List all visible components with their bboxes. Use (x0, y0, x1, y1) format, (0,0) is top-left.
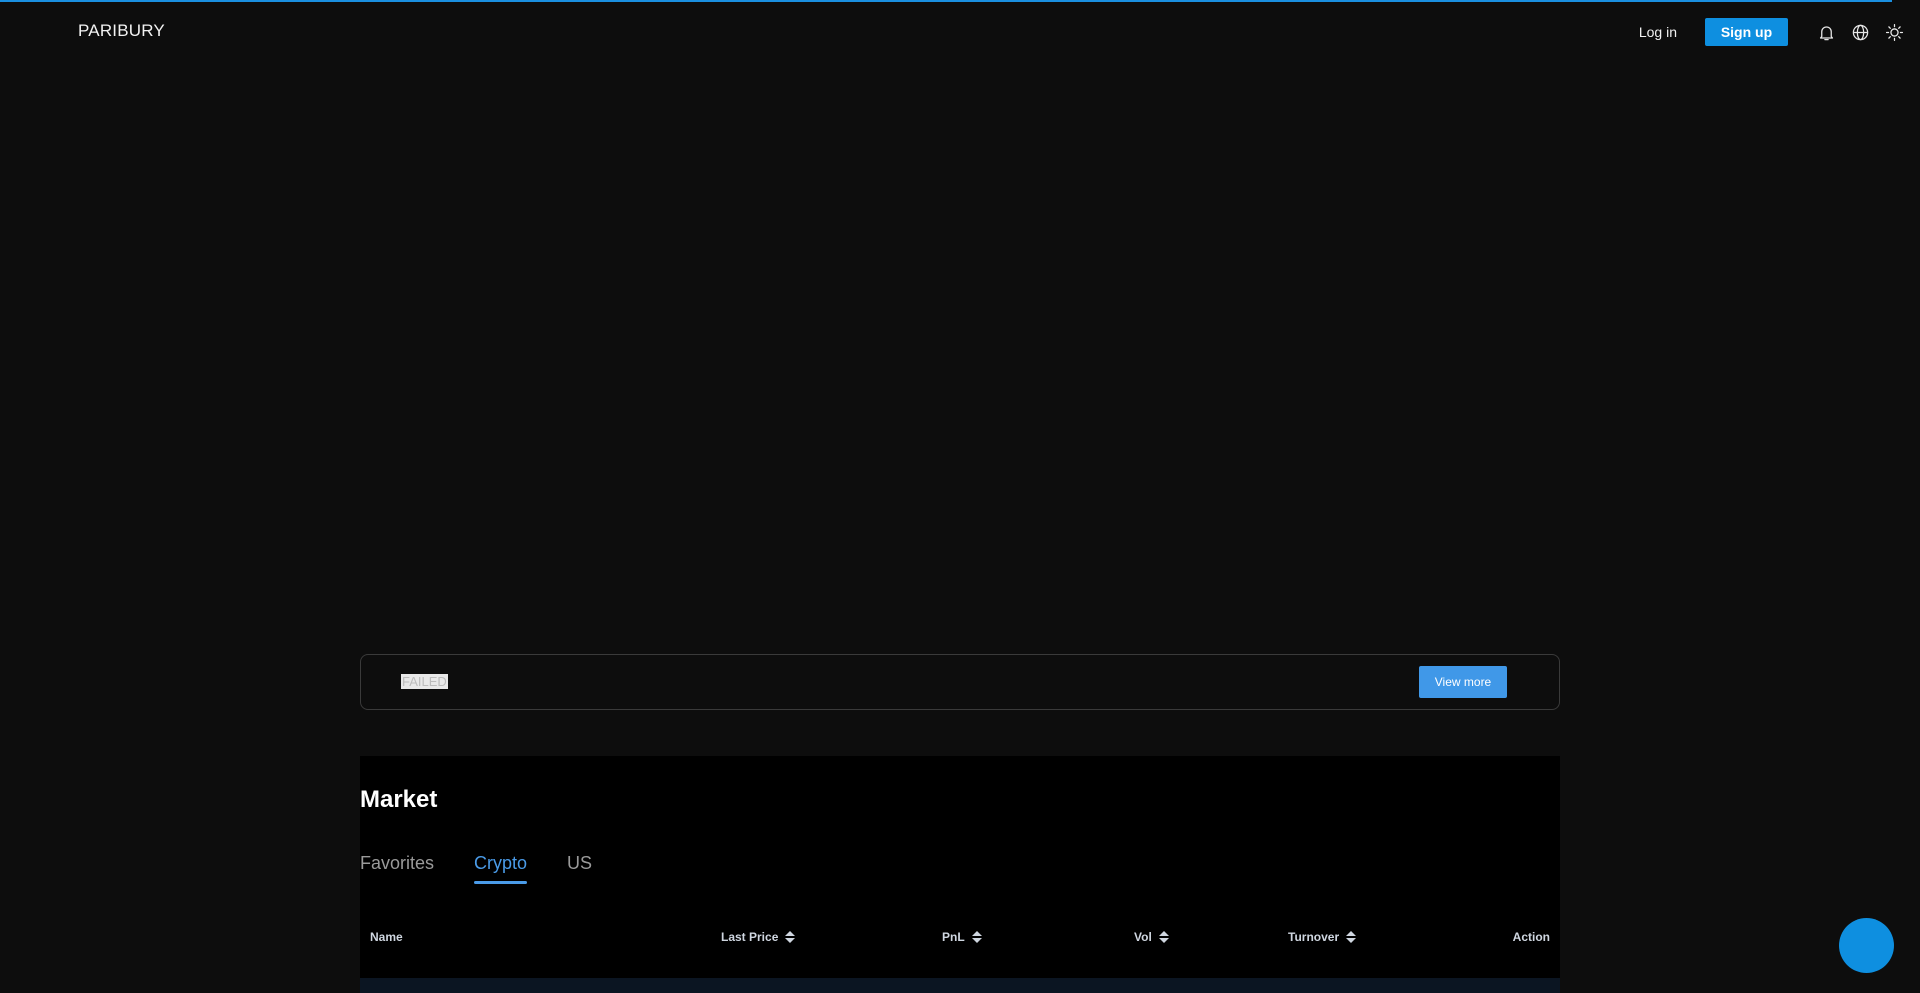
column-last-price[interactable]: Last Price (721, 930, 796, 944)
column-pnl-label: PnL (942, 930, 965, 944)
nav-actions: Log in Sign up (1639, 18, 1904, 46)
tab-crypto[interactable]: Crypto (474, 853, 528, 884)
view-more-button[interactable]: View more (1419, 666, 1507, 698)
globe-icon[interactable] (1850, 22, 1870, 42)
table-row[interactable] (360, 978, 1560, 993)
column-action: Action (1513, 930, 1550, 944)
sort-icon[interactable] (1346, 931, 1357, 943)
market-tabs: Favorites Crypto US (360, 853, 632, 884)
sort-icon[interactable] (1158, 931, 1169, 943)
tab-us[interactable]: US (567, 853, 592, 878)
announcement-bar: FAILED View more (360, 654, 1560, 710)
column-vol-label: Vol (1134, 930, 1152, 944)
announcement-text: FAILED (401, 674, 448, 689)
market-table-header: Name Last Price PnL Vol Turnover Action (360, 920, 1560, 952)
column-last-price-label: Last Price (721, 930, 779, 944)
tab-favorites[interactable]: Favorites (360, 853, 434, 878)
sun-icon[interactable] (1884, 22, 1904, 42)
column-action-label: Action (1512, 930, 1550, 944)
bell-icon[interactable] (1816, 22, 1836, 42)
market-title: Market (360, 786, 438, 813)
signup-button[interactable]: Sign up (1705, 18, 1788, 46)
column-name: Name (370, 930, 403, 944)
sort-icon[interactable] (785, 931, 796, 943)
brand-logo[interactable]: PARIBURY (78, 21, 165, 41)
market-section: Market Favorites Crypto US Name Last Pri… (360, 756, 1560, 993)
login-link[interactable]: Log in (1639, 24, 1677, 40)
top-nav: PARIBURY Log in Sign up (0, 0, 1920, 64)
column-turnover[interactable]: Turnover (1288, 930, 1357, 944)
sort-icon[interactable] (971, 931, 982, 943)
column-name-label: Name (370, 930, 403, 944)
column-pnl[interactable]: PnL (942, 930, 982, 944)
chat-support-button[interactable] (1839, 918, 1894, 973)
column-turnover-label: Turnover (1288, 930, 1340, 944)
column-vol[interactable]: Vol (1134, 930, 1169, 944)
